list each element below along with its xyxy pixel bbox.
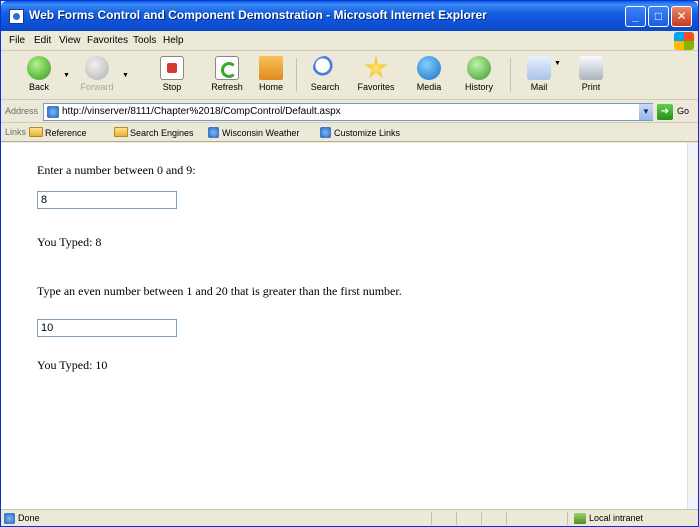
forward-arrow-icon — [85, 56, 109, 80]
status-separator — [506, 512, 507, 525]
search-icon — [313, 56, 337, 80]
home-button[interactable]: Home — [253, 54, 289, 98]
status-separator — [567, 512, 568, 525]
ie-page-icon — [320, 127, 331, 138]
forward-button[interactable]: Forward — [75, 54, 119, 98]
ie-page-icon — [208, 127, 219, 138]
menu-file[interactable]: File — [9, 35, 25, 46]
history-button[interactable]: History — [459, 54, 499, 98]
window-title: Web Forms Control and Component Demonstr… — [29, 8, 487, 22]
go-button-label[interactable]: Go — [677, 106, 689, 116]
minimize-button[interactable]: _ — [625, 6, 646, 27]
link-wisconsin-weather[interactable]: Wisconsin Weather — [208, 127, 299, 138]
prompt-first-number: Enter a number between 0 and 9: — [37, 163, 196, 177]
address-label: Address — [5, 106, 39, 116]
folder-icon — [114, 127, 128, 137]
status-bar: Done Local intranet — [1, 509, 698, 526]
menu-edit[interactable]: Edit — [34, 35, 51, 46]
address-dropdown-icon[interactable]: ▼ — [639, 104, 653, 120]
maximize-button[interactable]: □ — [648, 6, 669, 27]
first-number-input[interactable]: 8 — [37, 191, 177, 209]
forward-dropdown-icon[interactable]: ▼ — [122, 72, 129, 79]
browser-window: Web Forms Control and Component Demonstr… — [0, 0, 699, 527]
media-button[interactable]: Media — [411, 54, 447, 98]
search-button[interactable]: Search — [306, 54, 344, 98]
address-bar: Address http://vinserver/8111/Chapter%20… — [1, 101, 698, 123]
links-label: Links — [5, 127, 27, 137]
toolbar: Back ▼ Forward ▼ Stop Refresh Home Searc… — [1, 52, 698, 100]
link-search-engines[interactable]: Search Engines — [114, 127, 194, 138]
back-button[interactable]: Back — [19, 54, 59, 98]
local-intranet-icon — [574, 513, 586, 524]
echo-first-number: You Typed: 8 — [37, 235, 102, 249]
prompt-second-number: Type an even number between 1 and 20 tha… — [37, 284, 402, 298]
done-page-icon — [4, 513, 15, 524]
scroll-down-icon[interactable] — [688, 497, 698, 509]
second-number-input[interactable]: 10 — [37, 319, 177, 337]
echo-second-number: You Typed: 10 — [37, 358, 108, 372]
scroll-up-icon[interactable] — [688, 143, 698, 155]
vertical-scrollbar[interactable] — [687, 143, 698, 509]
printer-icon — [579, 56, 603, 80]
menu-view[interactable]: View — [59, 35, 81, 46]
menu-bar: File Edit View Favorites Tools Help — [1, 31, 698, 51]
refresh-icon — [215, 56, 239, 80]
mail-button[interactable]: Mail — [523, 54, 555, 98]
status-separator — [481, 512, 482, 525]
status-separator — [431, 512, 432, 525]
mail-dropdown-icon[interactable]: ▼ — [554, 60, 561, 67]
status-text: Done — [18, 513, 40, 523]
history-icon — [467, 56, 491, 80]
page-icon — [47, 106, 59, 118]
print-button[interactable]: Print — [575, 54, 607, 98]
menu-help[interactable]: Help — [163, 35, 184, 46]
back-arrow-icon — [27, 56, 51, 80]
back-dropdown-icon[interactable]: ▼ — [63, 72, 70, 79]
link-customize-links[interactable]: Customize Links — [320, 127, 400, 138]
favorites-button[interactable]: Favorites — [351, 54, 401, 98]
refresh-button[interactable]: Refresh — [205, 54, 249, 98]
stop-button[interactable]: Stop — [156, 54, 188, 98]
favorites-star-icon — [364, 56, 388, 78]
menu-tools[interactable]: Tools — [133, 35, 156, 46]
page-content: Enter a number between 0 and 9: 8 You Ty… — [1, 143, 687, 509]
menu-favorites[interactable]: Favorites — [87, 35, 128, 46]
media-icon — [417, 56, 441, 80]
ie-window-icon — [9, 9, 24, 24]
folder-icon — [29, 127, 43, 137]
links-bar: Links Reference Search Engines Wisconsin… — [1, 124, 698, 142]
go-arrow-icon[interactable]: ➜ — [657, 104, 673, 120]
address-input[interactable]: http://vinserver/8111/Chapter%2018/CompC… — [43, 103, 653, 121]
mail-icon — [527, 56, 551, 80]
home-icon — [259, 56, 283, 80]
address-url: http://vinserver/8111/Chapter%2018/CompC… — [62, 106, 341, 117]
security-zone: Local intranet — [589, 513, 644, 523]
close-button[interactable]: ✕ — [671, 6, 692, 27]
stop-icon — [160, 56, 184, 80]
toolbar-separator — [296, 58, 297, 92]
windows-logo-icon — [674, 32, 694, 50]
toolbar-separator — [510, 58, 511, 92]
title-bar[interactable]: Web Forms Control and Component Demonstr… — [1, 1, 698, 31]
link-reference[interactable]: Reference — [29, 127, 87, 138]
status-separator — [456, 512, 457, 525]
